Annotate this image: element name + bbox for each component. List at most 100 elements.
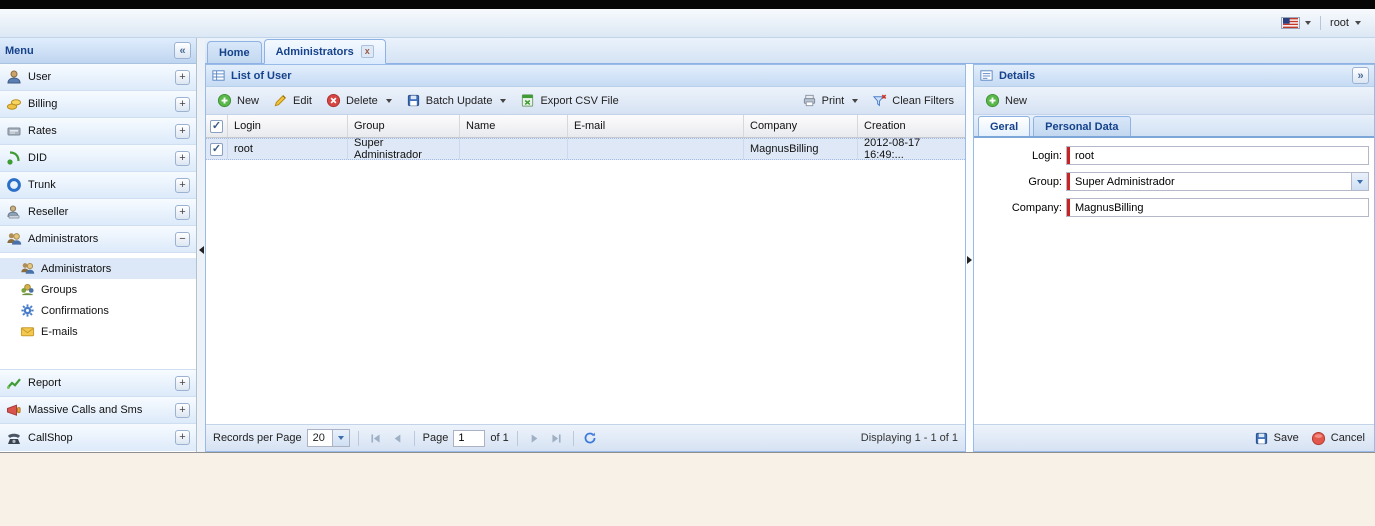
collapse-minus-button[interactable]: − (175, 231, 190, 247)
cancel-button-label: Cancel (1330, 432, 1365, 444)
select-all-checkbox[interactable]: ✓ (210, 119, 223, 133)
form-row-group: Group: (974, 172, 1369, 191)
administrators-icon (6, 231, 22, 247)
column-header-creation[interactable]: Creation (858, 115, 965, 137)
row-checkbox[interactable]: ✓ (210, 142, 223, 156)
expand-plus-button[interactable]: + (175, 204, 190, 220)
save-button[interactable]: Save (1254, 431, 1299, 446)
clean-filters-button[interactable]: Clean Filters (866, 90, 960, 111)
sidebar-splitter[interactable] (198, 38, 205, 452)
list-toolbar: New Edit Delete Batch Update Export CSV … (206, 87, 965, 115)
details-collapse-button[interactable]: » (1352, 67, 1369, 84)
user-menu[interactable]: root (1330, 17, 1361, 29)
sidebar-item-report[interactable]: Report + (0, 370, 196, 397)
table-row[interactable]: ✓ root Super Administrador MagnusBilling… (206, 137, 965, 161)
clean-filters-button-label: Clean Filters (892, 94, 954, 107)
new-button[interactable]: New (211, 90, 265, 111)
last-page-button[interactable] (548, 430, 565, 447)
next-page-button[interactable] (526, 430, 543, 447)
sidebar-item-massive-calls[interactable]: Massive Calls and Sms + (0, 397, 196, 424)
expand-plus-button[interactable]: + (175, 402, 190, 418)
combo-trigger[interactable] (331, 430, 349, 446)
details-new-button-label: New (1005, 94, 1028, 107)
sidebar-item-trunk[interactable]: Trunk + (0, 172, 196, 199)
expand-plus-button[interactable]: + (175, 69, 190, 85)
batch-update-button[interactable]: Batch Update (400, 90, 513, 111)
details-splitter[interactable] (966, 38, 973, 452)
records-per-page-value: 20 (312, 432, 325, 444)
sidebar-item-administrators[interactable]: Administrators − (0, 226, 196, 253)
sidebar-item-billing[interactable]: Billing + (0, 91, 196, 118)
delete-circle-icon (326, 93, 341, 108)
top-header-band: root (0, 9, 1375, 38)
tab-label: Geral (990, 120, 1019, 133)
cancel-button[interactable]: Cancel (1311, 431, 1365, 446)
sidebar-header: Menu « (0, 38, 196, 64)
coins-icon (6, 96, 22, 112)
login-field-label: Login: (1032, 149, 1062, 162)
column-header-name[interactable]: Name (460, 115, 568, 137)
delete-button[interactable]: Delete (320, 90, 398, 111)
expand-plus-button[interactable]: + (175, 150, 190, 166)
sidebar-item-label: CallShop (28, 431, 73, 444)
column-header-login[interactable]: Login (228, 115, 348, 137)
edit-button[interactable]: Edit (267, 90, 318, 111)
expand-plus-button[interactable]: + (175, 123, 190, 139)
tab-label: Personal Data (1045, 120, 1119, 133)
tab-administrators[interactable]: Administrators x (263, 39, 386, 64)
chevron-down-icon (1355, 21, 1361, 25)
prev-page-button[interactable] (389, 430, 406, 447)
login-field[interactable] (1066, 146, 1369, 165)
expand-plus-button[interactable]: + (175, 96, 190, 112)
tab-close-icon[interactable]: x (360, 45, 374, 58)
group-field-label: Group: (1028, 175, 1062, 188)
sidebar-collapse-button[interactable]: « (174, 42, 191, 59)
print-button[interactable]: Print (796, 90, 865, 111)
group-select-trigger[interactable] (1352, 172, 1369, 191)
records-per-page-select[interactable]: 20 (306, 429, 350, 447)
separator (572, 430, 574, 446)
expand-plus-button[interactable]: + (175, 177, 190, 193)
column-header-email[interactable]: E-mail (568, 115, 744, 137)
expand-plus-button[interactable]: + (175, 430, 190, 445)
export-csv-button[interactable]: Export CSV File (514, 90, 624, 111)
sidebar-item-did[interactable]: DID + (0, 145, 196, 172)
tab-geral[interactable]: Geral (978, 116, 1031, 136)
printer-icon (802, 93, 817, 108)
tab-home[interactable]: Home (207, 41, 262, 63)
language-selector[interactable] (1281, 17, 1312, 29)
first-page-button[interactable] (367, 430, 384, 447)
sidebar-item-user[interactable]: User + (0, 64, 196, 91)
tab-personal-data[interactable]: Personal Data (1033, 116, 1131, 136)
sidebar-item-rates[interactable]: Rates + (0, 118, 196, 145)
chevron-down-icon (500, 98, 507, 103)
sidebar-title: Menu (5, 44, 34, 57)
sidebar-item-reseller[interactable]: Reseller + (0, 199, 196, 226)
details-new-button[interactable]: New (979, 90, 1033, 111)
cell-email (568, 139, 744, 159)
submenu-item-emails[interactable]: E-mails (0, 321, 196, 342)
new-button-label: New (237, 94, 260, 107)
page-number-input[interactable] (453, 429, 486, 447)
floppy-disk-icon (1254, 431, 1269, 446)
expand-plus-button[interactable]: + (175, 375, 190, 391)
plus-circle-icon (217, 93, 232, 108)
column-header-group[interactable]: Group (348, 115, 460, 137)
refresh-button[interactable] (582, 430, 599, 447)
group-select-field[interactable] (1066, 172, 1352, 191)
collapse-left-arrow-icon[interactable] (199, 246, 204, 254)
sidebar-item-callshop[interactable]: CallShop + (0, 424, 196, 451)
collapse-right-arrow-icon[interactable] (967, 256, 972, 264)
filter-clear-icon (872, 93, 887, 108)
cell-name (460, 139, 568, 159)
separator (1320, 16, 1322, 30)
submenu-item-confirmations[interactable]: Confirmations (0, 300, 196, 321)
company-field[interactable] (1066, 198, 1369, 217)
csv-file-icon (520, 93, 535, 108)
sidebar-item-label: Massive Calls and Sms (28, 404, 143, 416)
column-header-company[interactable]: Company (744, 115, 858, 137)
magnusbilling-app: root Menu « User + Billing + Rates + DID… (0, 0, 1375, 526)
sidebar: Menu « User + Billing + Rates + DID + Tr… (0, 38, 197, 452)
submenu-item-groups[interactable]: Groups (0, 279, 196, 300)
submenu-item-administrators[interactable]: Administrators (0, 258, 196, 279)
